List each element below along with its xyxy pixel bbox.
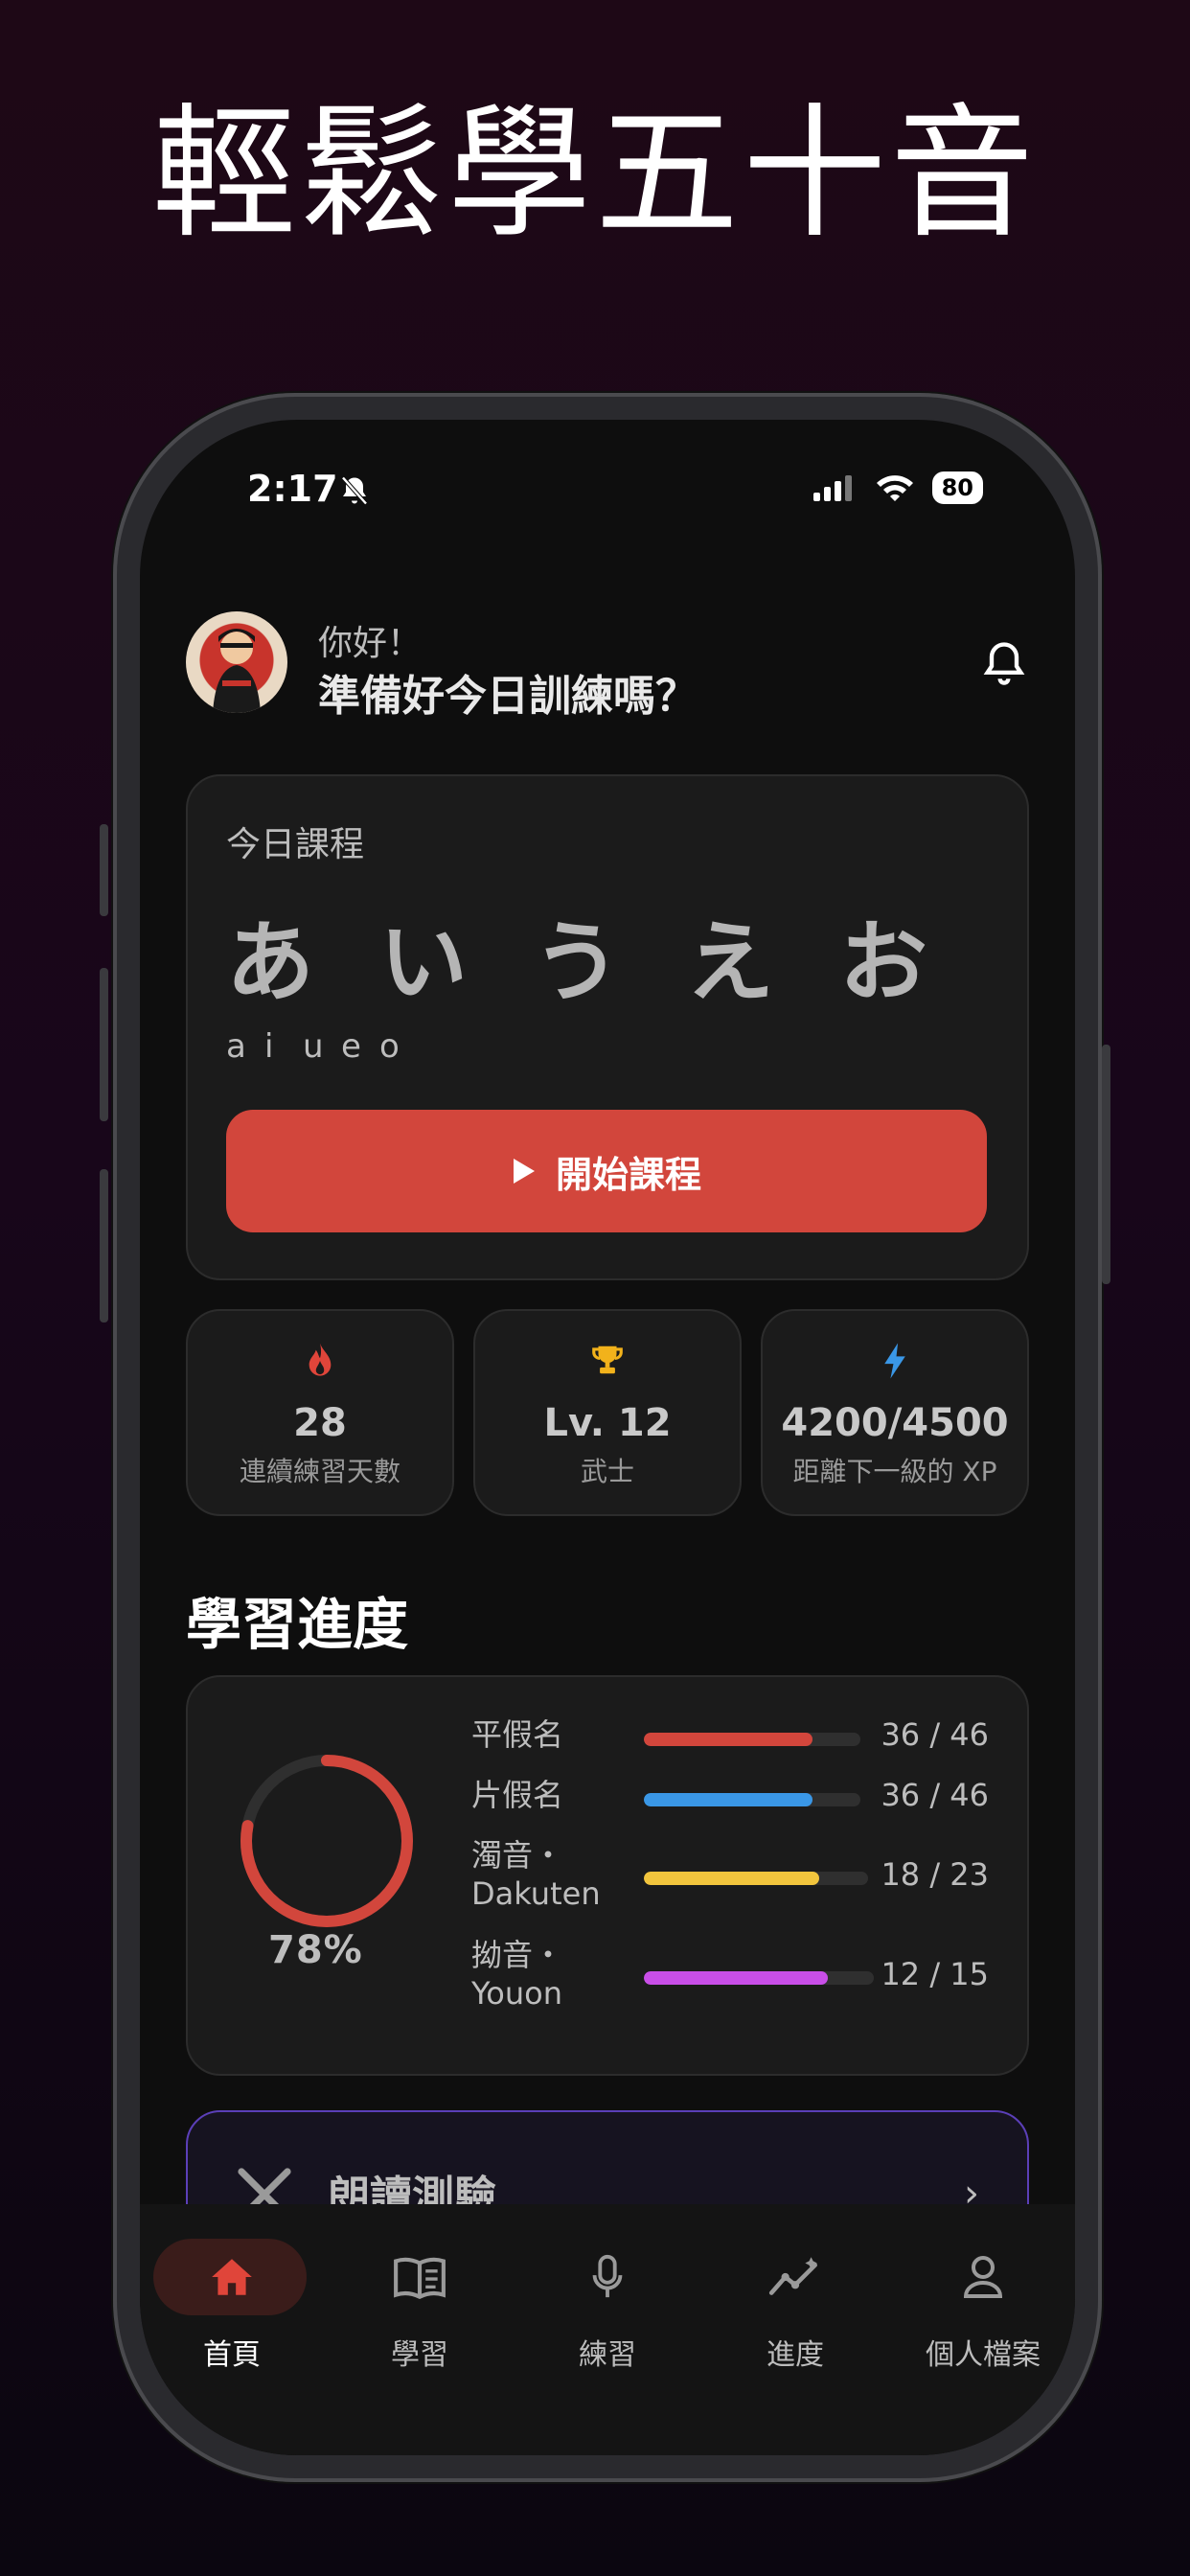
trophy-icon: [592, 1346, 623, 1374]
start-lesson-button[interactable]: 開始課程: [226, 1110, 987, 1232]
romaji-char: i: [264, 1027, 276, 1066]
tab-practice[interactable]: 練習: [531, 2239, 684, 2373]
kana-char: う: [533, 911, 622, 1014]
progress-fill: [644, 1733, 813, 1746]
kana-char: お: [839, 911, 928, 1014]
progress-row-count: 36 / 46: [881, 1716, 989, 1753]
volume-up-button: [100, 968, 108, 1121]
microphone-icon: [592, 2254, 623, 2298]
profile-icon: [963, 2256, 1003, 2298]
kana-char: い: [379, 911, 469, 1014]
overall-percent: 78%: [268, 1928, 363, 1972]
bolt-icon: [884, 1343, 905, 1379]
stat-value: Lv. 12: [543, 1401, 672, 1445]
progress-row-label: 濁音・Dakuten: [471, 1837, 601, 1912]
headline: 輕鬆學五十音: [151, 91, 1038, 258]
avatar[interactable]: [186, 611, 287, 713]
kana-row: あ い う え お: [226, 891, 993, 1019]
battery-indicator: 80: [931, 472, 983, 504]
start-lesson-label: 開始課程: [555, 1153, 701, 1196]
progress-row-youon: 拗音・Youon 12 / 15: [471, 1936, 989, 2022]
mute-switch: [100, 824, 108, 916]
kana-char: え: [686, 911, 775, 1014]
progress-row-label: 拗音・Youon: [471, 1937, 564, 2012]
progress-track: [644, 1793, 860, 1806]
chart-icon: [768, 2257, 817, 2295]
tab-label: 學習: [391, 2338, 448, 2372]
romaji-char: o: [379, 1027, 401, 1066]
overall-progress-ring: [240, 1755, 413, 1927]
cellular-signal-icon: [812, 475, 852, 501]
greeting-header: 你好！ 準備好今日訓練嗎？: [186, 611, 1029, 721]
book-icon: [394, 2257, 446, 2299]
stat-label: 連續練習天數: [239, 1456, 400, 1487]
status-time: 2:17: [247, 468, 338, 510]
progress-fill: [644, 1872, 819, 1885]
progress-row-dakuten: 濁音・Dakuten 18 / 23: [471, 1836, 989, 1922]
stat-value: 4200/4500: [781, 1401, 1009, 1445]
silent-mode-icon: [341, 476, 368, 505]
greeting-text: 你好！: [318, 624, 423, 663]
tab-label: 練習: [579, 2338, 636, 2372]
progress-row-label: 平假名: [471, 1716, 564, 1753]
romaji-char: e: [341, 1027, 363, 1066]
lesson-label: 今日課程: [226, 825, 365, 864]
tab-progress[interactable]: 進度: [719, 2239, 872, 2373]
romaji-row: a i u e o: [226, 1027, 418, 1066]
romaji-char: u: [303, 1027, 326, 1066]
romaji-char: a: [226, 1027, 248, 1066]
streak-stat-card[interactable]: 28 連續練習天數: [186, 1309, 454, 1516]
status-bar: 2:17 80: [140, 468, 1075, 525]
tab-label: 進度: [767, 2338, 824, 2372]
bottom-tab-bar: 首頁 學習 練習 進度 個人檔案: [140, 2204, 1075, 2455]
section-title: 學習進度: [186, 1592, 409, 1657]
wifi-icon: [876, 475, 913, 501]
progress-row-count: 36 / 46: [881, 1777, 989, 1813]
progress-row-label: 片假名: [471, 1777, 564, 1813]
progress-row-count: 18 / 23: [881, 1856, 989, 1893]
tab-label: 首頁: [203, 2338, 261, 2372]
level-stat-card[interactable]: Lv. 12 武士: [473, 1309, 742, 1516]
tab-label: 個人檔案: [926, 2338, 1041, 2372]
power-button: [1102, 1045, 1110, 1284]
home-icon: [212, 2259, 252, 2295]
stat-value: 28: [293, 1401, 347, 1445]
today-lesson-card: 今日課程 あ い う え お a i u e o 開始課程: [186, 774, 1029, 1280]
tab-home[interactable]: 首頁: [153, 2239, 309, 2373]
progress-row-count: 12 / 15: [881, 1956, 989, 1992]
progress-row-hiragana: 平假名 36 / 46: [471, 1715, 989, 1782]
volume-down-button: [100, 1169, 108, 1322]
xp-stat-card[interactable]: 4200/4500 距離下一級的 XP: [761, 1309, 1029, 1516]
tab-learn[interactable]: 學習: [343, 2239, 496, 2373]
progress-track: [644, 1872, 868, 1885]
progress-row-katakana: 片假名 36 / 46: [471, 1776, 989, 1843]
notification-bell-icon[interactable]: [979, 638, 1029, 688]
kana-char: あ: [226, 911, 315, 1014]
stat-label: 武士: [580, 1456, 634, 1487]
play-icon: [513, 1159, 535, 1184]
progress-fill: [644, 1793, 813, 1806]
progress-track: [644, 1971, 874, 1985]
progress-fill: [644, 1971, 828, 1985]
stat-label: 距離下一級的 XP: [792, 1456, 997, 1487]
progress-track: [644, 1733, 860, 1746]
ninja-avatar-icon: [213, 629, 261, 713]
app-screen: 2:17 80 你好！ 準備好今日訓練嗎？ 今日課程 あ い う え お a i…: [140, 420, 1075, 2455]
flame-icon: [309, 1343, 332, 1376]
greeting-prompt: 準備好今日訓練嗎？: [318, 672, 698, 721]
tab-profile[interactable]: 個人檔案: [906, 2239, 1060, 2373]
progress-card: 78% 平假名 36 / 46 片假名 36 / 46 濁音・Dakuten 1…: [186, 1675, 1029, 2076]
